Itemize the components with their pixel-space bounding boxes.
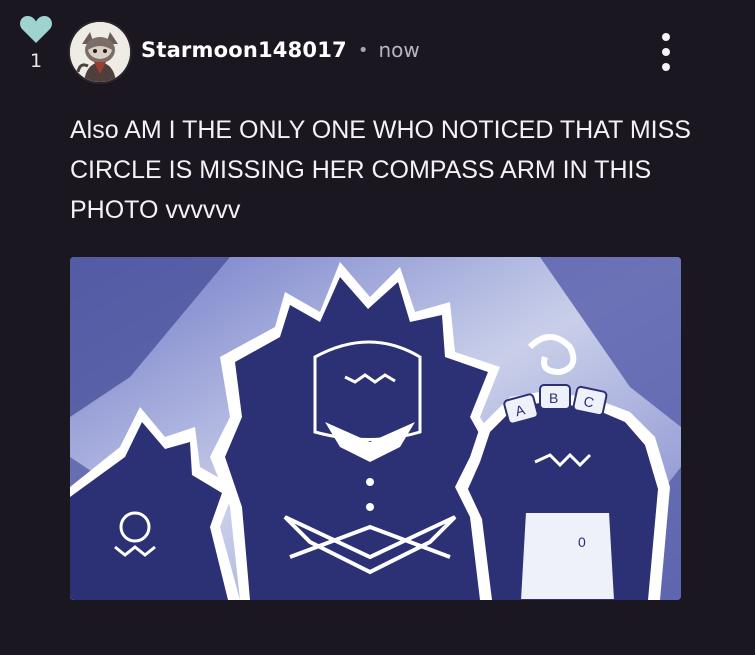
post-text: Also AM I THE ONLY ONE WHO NOTICED THAT …: [70, 116, 691, 224]
post-header: Starmoon148017 • now: [141, 36, 420, 64]
timestamp: now: [378, 38, 420, 62]
like-count: 1: [29, 50, 43, 72]
avatar[interactable]: [70, 22, 130, 82]
heart-icon[interactable]: [19, 14, 53, 44]
username[interactable]: Starmoon148017: [141, 38, 347, 62]
post-image[interactable]: A B C 0: [70, 257, 681, 600]
separator-dot: •: [357, 39, 369, 61]
more-vertical-icon[interactable]: [651, 33, 681, 71]
kebab-dot: [662, 48, 670, 56]
block-letter-b: B: [549, 390, 558, 406]
shirt-mark: 0: [578, 534, 586, 550]
kebab-dot: [662, 33, 670, 41]
like-column: 1: [18, 14, 54, 72]
kebab-dot: [662, 63, 670, 71]
